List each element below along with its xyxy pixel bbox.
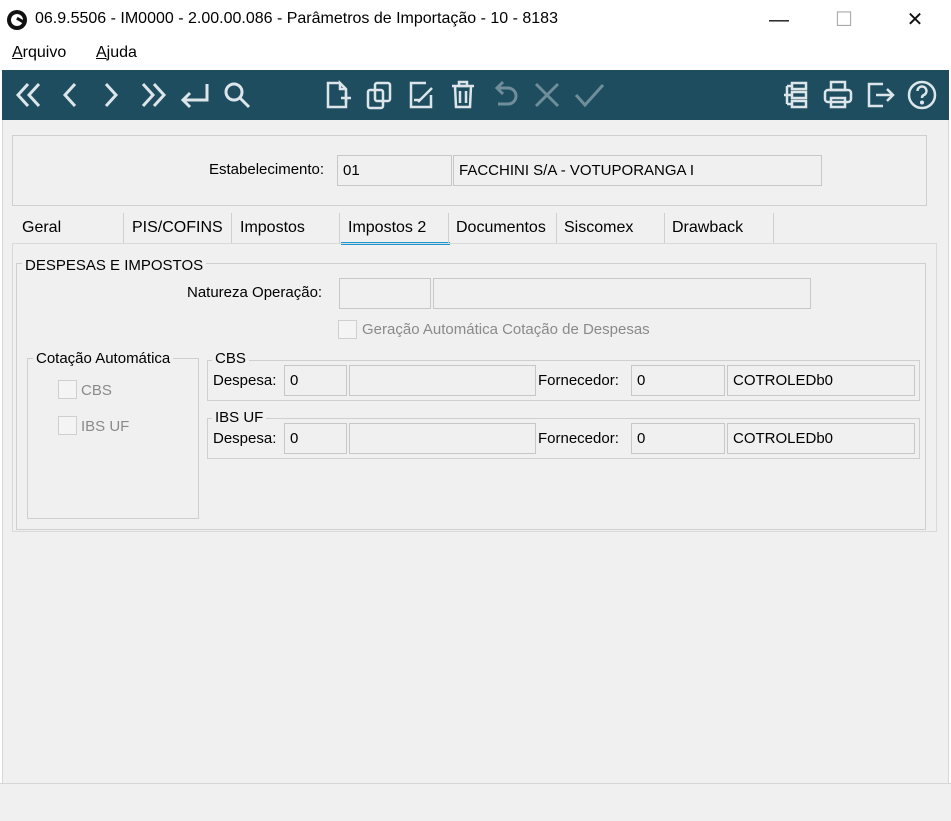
ibsuf-fornecedor-label: Fornecedor:	[538, 430, 619, 447]
despesas-group-title: DESPESAS E IMPOSTOS	[22, 257, 207, 274]
cotacao-ibsuf-label: IBS UF	[81, 418, 130, 435]
exit-icon[interactable]	[863, 78, 897, 112]
cancel-icon[interactable]	[530, 78, 564, 112]
cbs-despesa-label: Despesa:	[213, 372, 277, 389]
status-bar	[0, 783, 951, 821]
first-icon[interactable]	[12, 78, 46, 112]
maximize-icon[interactable]: ☐	[832, 8, 856, 32]
ibsuf-group-title: IBS UF	[212, 409, 267, 426]
cbs-despesa-code-field[interactable]: 0	[284, 365, 347, 396]
cbs-fornecedor-label: Fornecedor:	[538, 372, 619, 389]
menu-arquivo-accel: A	[12, 44, 23, 61]
tree-icon[interactable]	[779, 78, 813, 112]
natureza-label: Natureza Operação:	[187, 284, 323, 301]
menu-ajuda[interactable]: Ajuda	[96, 44, 137, 62]
geracao-label: Geração Automática Cotação de Despesas	[362, 321, 650, 338]
ibsuf-fornecedor-code-field[interactable]: 0	[631, 423, 725, 454]
return-icon[interactable]	[178, 78, 212, 112]
cotacao-group	[27, 358, 199, 519]
search-icon[interactable]	[220, 78, 254, 112]
ibsuf-fornecedor-name-field[interactable]: COTROLEDb0	[727, 423, 915, 454]
tab-separator	[556, 213, 557, 243]
minimize-icon[interactable]: —	[767, 8, 791, 32]
tab-siscomex[interactable]: Siscomex	[564, 219, 633, 245]
estabelecimento-code-field[interactable]: 01	[337, 155, 452, 186]
title-bar: 06.9.5506 - IM0000 - 2.00.00.086 - Parâm…	[0, 0, 951, 40]
cotacao-cbs-checkbox[interactable]	[58, 380, 77, 399]
geracao-checkbox[interactable]	[338, 320, 357, 339]
last-icon[interactable]	[136, 78, 170, 112]
window-title: 06.9.5506 - IM0000 - 2.00.00.086 - Parâm…	[35, 10, 558, 27]
close-icon[interactable]: ✕	[903, 8, 927, 32]
cotacao-ibsuf-checkbox[interactable]	[58, 416, 77, 435]
cbs-group-title: CBS	[212, 350, 249, 367]
natureza-code-field[interactable]	[339, 278, 431, 309]
print-icon[interactable]	[821, 78, 855, 112]
cotacao-cbs-label: CBS	[81, 382, 112, 399]
edit-icon[interactable]	[404, 78, 438, 112]
cotacao-group-title: Cotação Automática	[33, 350, 174, 367]
tab-drawback[interactable]: Drawback	[672, 219, 743, 245]
prev-icon[interactable]	[54, 78, 88, 112]
new-icon[interactable]	[320, 78, 354, 112]
cbs-despesa-desc-field[interactable]	[349, 365, 536, 396]
tab-pis-cofins[interactable]: PIS/COFINS	[132, 219, 223, 245]
menu-bar: Arquivo Ajuda	[0, 40, 951, 70]
delete-icon[interactable]	[446, 78, 480, 112]
ibsuf-despesa-desc-field[interactable]	[349, 423, 536, 454]
estabelecimento-label: Estabelecimento:	[209, 161, 325, 178]
estabelecimento-name-field[interactable]: FACCHINI S/A - VOTUPORANGA I	[453, 155, 822, 186]
menu-ajuda-accel: A	[96, 44, 107, 61]
tab-geral[interactable]: Geral	[22, 219, 61, 245]
cbs-fornecedor-name-field[interactable]: COTROLEDb0	[727, 365, 915, 396]
copy-icon[interactable]	[362, 78, 396, 112]
menu-ajuda-label: juda	[106, 44, 137, 61]
cbs-fornecedor-code-field[interactable]: 0	[631, 365, 725, 396]
app-logo-icon	[6, 9, 28, 31]
ibsuf-despesa-code-field[interactable]: 0	[284, 423, 347, 454]
tab-documentos[interactable]: Documentos	[456, 219, 546, 245]
tab-impostos[interactable]: Impostos	[240, 219, 305, 245]
natureza-desc-field[interactable]	[433, 278, 811, 309]
help-icon[interactable]	[905, 78, 939, 112]
menu-arquivo[interactable]: Arquivo	[12, 44, 66, 62]
confirm-icon[interactable]	[572, 78, 606, 112]
toolbar	[2, 70, 949, 120]
next-icon[interactable]	[94, 78, 128, 112]
tab-separator	[231, 213, 232, 243]
menu-arquivo-label: rquivo	[22, 44, 67, 61]
undo-icon[interactable]	[488, 78, 522, 112]
tab-separator	[339, 213, 340, 243]
ibsuf-despesa-label: Despesa:	[213, 430, 277, 447]
tab-separator	[773, 213, 774, 243]
tab-separator	[664, 213, 665, 243]
tab-separator	[448, 213, 449, 243]
tab-separator	[123, 213, 124, 243]
